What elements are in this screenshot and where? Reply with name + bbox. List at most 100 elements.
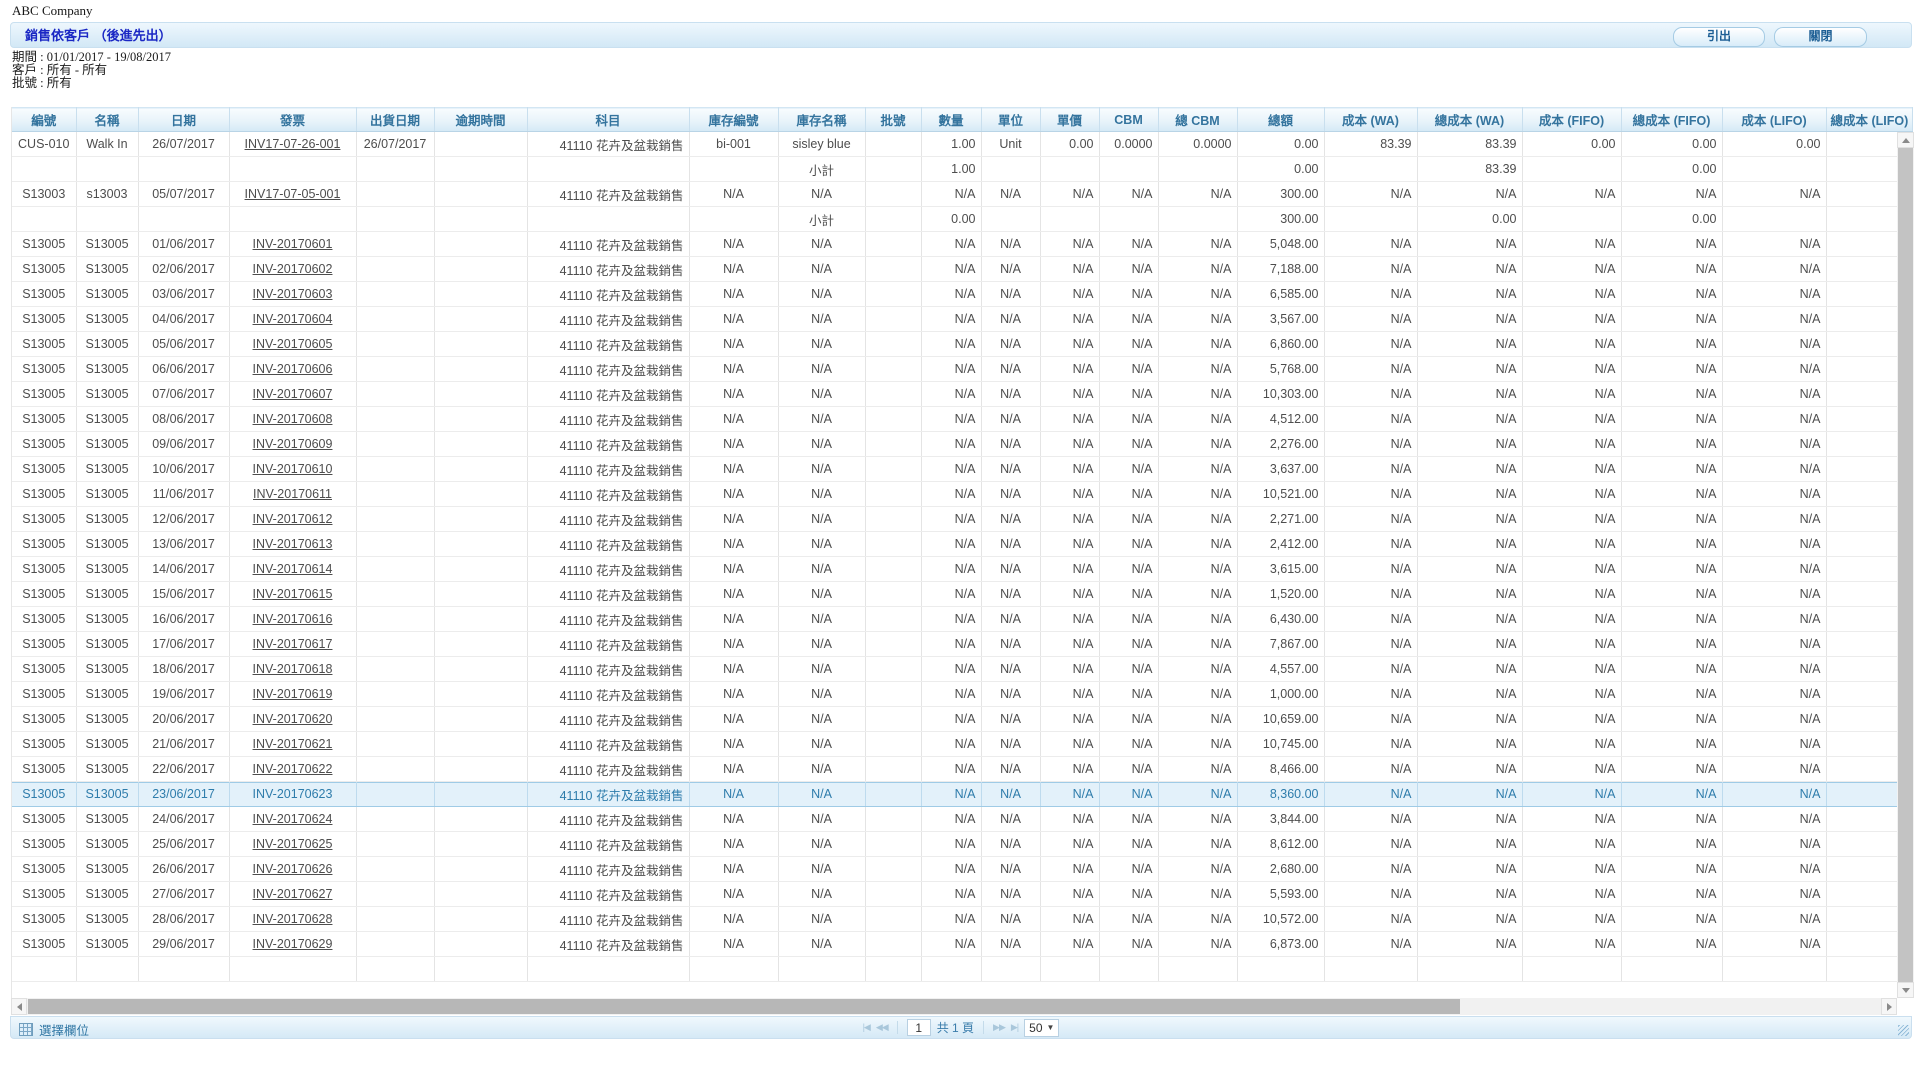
column-header-stock_code[interactable]: 庫存編號 [689,108,778,132]
table-row[interactable]: S13005S1300520/06/2017INV-2017062041110 … [12,707,1912,732]
table-row[interactable]: S13005S1300517/06/2017INV-2017061741110 … [12,632,1912,657]
table-row[interactable]: S13005S1300523/06/2017INV-2017062341110 … [12,782,1912,807]
column-header-name[interactable]: 名稱 [76,108,138,132]
invoice-link[interactable]: INV-20170625 [253,837,333,851]
column-header-amount[interactable]: 總額 [1237,108,1324,132]
invoice-link[interactable]: INV-20170622 [253,762,333,776]
column-header-uom[interactable]: 單位 [981,108,1040,132]
horizontal-scrollbar-thumb[interactable] [28,999,1460,1014]
next-page-button[interactable]: ▶▶ [993,1022,1005,1033]
invoice-link[interactable]: INV-20170612 [253,512,333,526]
horizontal-scrollbar[interactable] [11,998,1897,1015]
invoice-link[interactable]: INV-20170605 [253,337,333,351]
column-header-total_cost_lifo[interactable]: 總成本 (LIFO) [1826,108,1912,132]
column-header-code[interactable]: 編號 [12,108,76,132]
last-page-button[interactable]: ▶| [1011,1022,1018,1033]
column-header-invoice[interactable]: 發票 [229,108,356,132]
invoice-link[interactable]: INV-20170609 [253,437,333,451]
table-row[interactable]: S13005S1300519/06/2017INV-2017061941110 … [12,682,1912,707]
table-row[interactable]: S13005S1300514/06/2017INV-2017061441110 … [12,557,1912,582]
invoice-link[interactable]: INV-20170628 [253,912,333,926]
invoice-link[interactable]: INV-20170610 [253,462,333,476]
column-header-cbm[interactable]: CBM [1099,108,1158,132]
table-row[interactable]: S13005S1300526/06/2017INV-2017062641110 … [12,857,1912,882]
invoice-link[interactable]: INV-20170629 [253,937,333,951]
table-row[interactable]: S13005S1300525/06/2017INV-2017062541110 … [12,832,1912,857]
invoice-link[interactable]: INV-20170608 [253,412,333,426]
scroll-left-button[interactable] [11,998,27,1015]
table-row[interactable]: S13005S1300501/06/2017INV-2017060141110 … [12,232,1912,257]
invoice-link[interactable]: INV-20170615 [253,587,333,601]
table-row[interactable]: S13005S1300512/06/2017INV-2017061241110 … [12,507,1912,532]
column-header-unit_price[interactable]: 單價 [1040,108,1099,132]
invoice-link[interactable]: INV-20170621 [253,737,333,751]
table-row[interactable]: S13005S1300518/06/2017INV-2017061841110 … [12,657,1912,682]
table-row[interactable]: S13005S1300508/06/2017INV-2017060841110 … [12,407,1912,432]
vertical-scrollbar[interactable] [1897,132,1914,998]
table-row[interactable]: S13005S1300509/06/2017INV-2017060941110 … [12,432,1912,457]
invoice-link[interactable]: INV-20170604 [253,312,333,326]
invoice-link[interactable]: INV-20170601 [253,237,333,251]
table-row[interactable]: S13005S1300511/06/2017INV-2017061141110 … [12,482,1912,507]
column-header-ship_date[interactable]: 出貨日期 [356,108,434,132]
table-row[interactable]: CUS-010Walk In26/07/2017INV17-07-26-0012… [12,132,1912,157]
table-row[interactable]: S13005S1300524/06/2017INV-2017062441110 … [12,807,1912,832]
table-row[interactable]: S13003s1300305/07/2017INV17-07-05-001411… [12,182,1912,207]
column-header-account[interactable]: 科目 [527,108,689,132]
invoice-link[interactable]: INV-20170619 [253,687,333,701]
invoice-link[interactable]: INV-20170614 [253,562,333,576]
column-header-stock_name[interactable]: 庫存名稱 [778,108,865,132]
previous-page-button[interactable]: ◀◀ [876,1022,888,1033]
column-header-date[interactable]: 日期 [138,108,229,132]
export-button[interactable]: 引出 [1673,27,1765,47]
table-row[interactable]: S13005S1300516/06/2017INV-2017061641110 … [12,607,1912,632]
table-row[interactable]: S13005S1300527/06/2017INV-2017062741110 … [12,882,1912,907]
column-header-total_cost_wa[interactable]: 總成本 (WA) [1417,108,1522,132]
table-row[interactable]: S13005S1300522/06/2017INV-2017062241110 … [12,757,1912,782]
table-row[interactable]: S13005S1300513/06/2017INV-2017061341110 … [12,532,1912,557]
invoice-link[interactable]: INV-20170607 [253,387,333,401]
invoice-link[interactable]: INV-20170603 [253,287,333,301]
first-page-button[interactable]: |◀ [863,1022,870,1033]
table-row[interactable]: S13005S1300521/06/2017INV-2017062141110 … [12,732,1912,757]
table-row[interactable]: S13005S1300528/06/2017INV-2017062841110 … [12,907,1912,932]
table-row[interactable]: S13005S1300507/06/2017INV-2017060741110 … [12,382,1912,407]
table-row[interactable]: S13005S1300502/06/2017INV-2017060241110 … [12,257,1912,282]
invoice-link[interactable]: INV-20170626 [253,862,333,876]
invoice-link[interactable]: INV-20170617 [253,637,333,651]
column-header-qty[interactable]: 數量 [921,108,981,132]
invoice-link[interactable]: INV-20170611 [253,487,332,501]
scroll-down-button[interactable] [1897,982,1914,998]
column-header-total_cbm[interactable]: 總 CBM [1158,108,1237,132]
column-header-cost_wa[interactable]: 成本 (WA) [1324,108,1417,132]
subtotal-row[interactable]: 小計1.000.0083.390.00 [12,157,1912,182]
table-row[interactable]: S13005S1300505/06/2017INV-2017060541110 … [12,332,1912,357]
table-row[interactable]: S13005S1300504/06/2017INV-2017060441110 … [12,307,1912,332]
table-row[interactable]: S13005S1300529/06/2017INV-2017062941110 … [12,932,1912,957]
invoice-link[interactable]: INV-20170606 [253,362,333,376]
invoice-link[interactable]: INV-20170618 [253,662,333,676]
invoice-link[interactable]: INV-20170624 [253,812,333,826]
invoice-link[interactable]: INV-20170616 [253,612,333,626]
invoice-link[interactable]: INV17-07-26-001 [245,137,341,151]
scroll-up-button[interactable] [1897,132,1914,148]
invoice-link[interactable]: INV-20170602 [253,262,333,276]
column-header-overdue[interactable]: 逾期時間 [434,108,527,132]
column-header-total_cost_fifo[interactable]: 總成本 (FIFO) [1621,108,1722,132]
invoice-link[interactable]: INV-20170620 [253,712,333,726]
table-row[interactable]: S13005S1300515/06/2017INV-2017061541110 … [12,582,1912,607]
table-row[interactable]: S13005S1300506/06/2017INV-2017060641110 … [12,357,1912,382]
column-header-batch[interactable]: 批號 [865,108,921,132]
invoice-link[interactable]: INV-20170623 [253,787,333,801]
scroll-right-button[interactable] [1881,998,1897,1015]
column-header-cost_fifo[interactable]: 成本 (FIFO) [1522,108,1621,132]
close-button[interactable]: 關閉 [1774,27,1867,47]
table-row[interactable]: S13005S1300503/06/2017INV-2017060341110 … [12,282,1912,307]
column-header-cost_lifo[interactable]: 成本 (LIFO) [1722,108,1826,132]
page-number-input[interactable] [907,1019,931,1036]
table-row[interactable]: S13005S1300510/06/2017INV-2017061041110 … [12,457,1912,482]
resize-grip[interactable] [1898,1025,1909,1036]
invoice-link[interactable]: INV-20170613 [253,537,333,551]
page-size-select[interactable]: 50 ▼ [1024,1019,1059,1037]
subtotal-row[interactable]: 小計0.00300.000.000.00 [12,207,1912,232]
